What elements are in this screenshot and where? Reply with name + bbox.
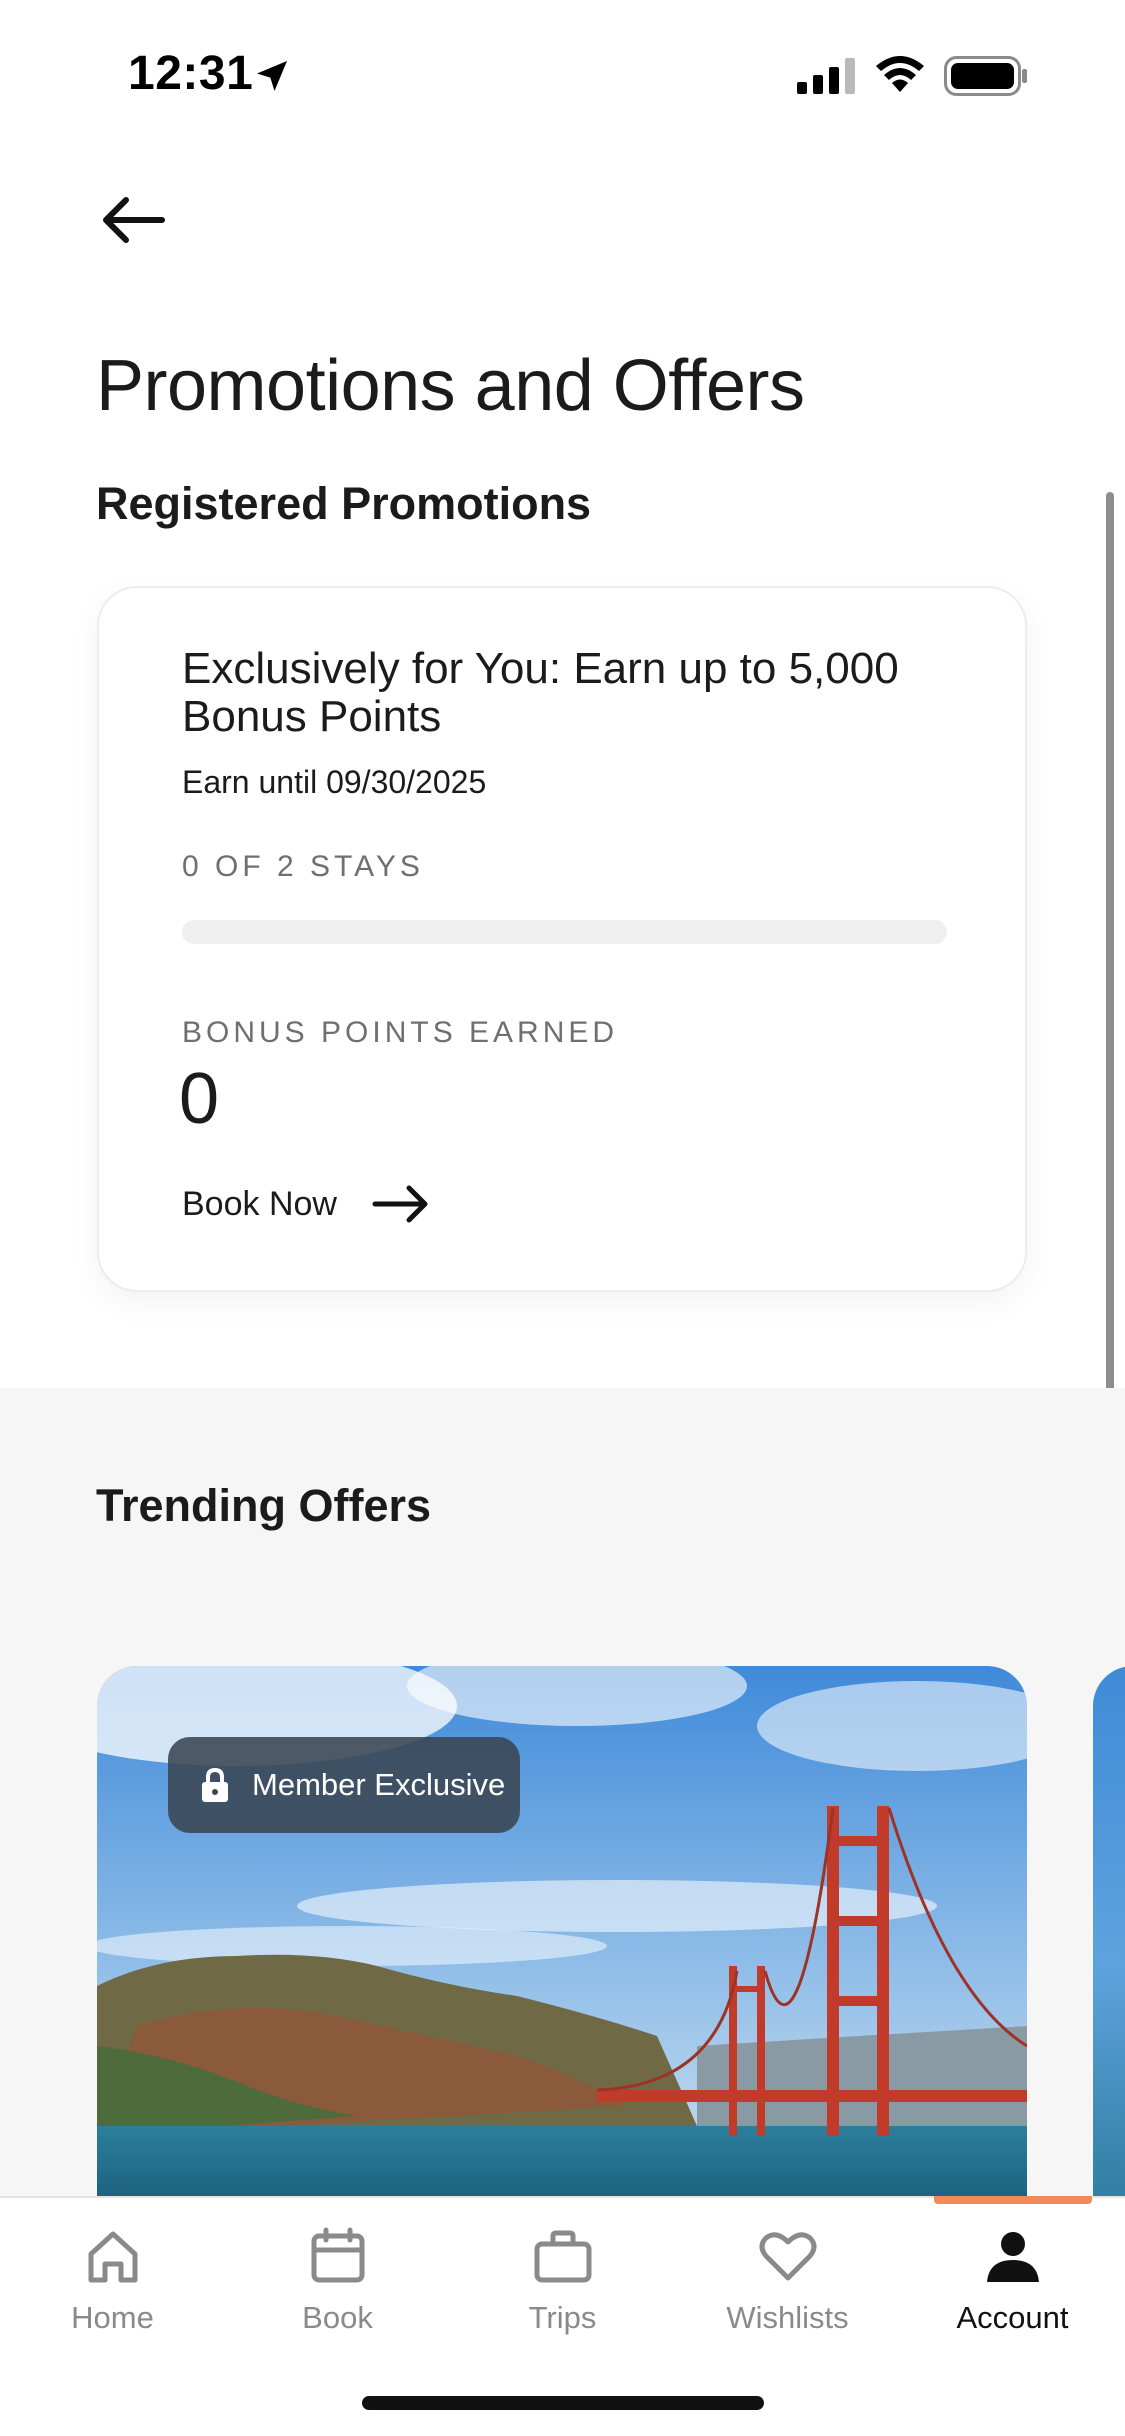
book-now-link[interactable]: Book Now [182,1174,431,1234]
tab-account-label: Account [956,2300,1069,2335]
tab-account[interactable]: Account [900,2218,1125,2368]
tab-home-label: Home [71,2300,154,2335]
next-offer-card-peek[interactable] [1093,1666,1125,2206]
tab-book[interactable]: Book [225,2218,450,2368]
bonus-points-value: 0 [179,1059,220,1139]
tab-trips-label: Trips [528,2300,597,2335]
tab-book-label: Book [302,2300,373,2335]
status-bar: 12:31 [0,0,1125,150]
location-arrow-icon [257,61,287,91]
promo-card: Exclusively for You: Earn up to 5,000 Bo… [97,586,1027,1292]
lock-icon [202,1767,228,1802]
scrollbar[interactable] [1106,492,1114,1512]
tab-home[interactable]: Home [0,2218,225,2368]
wifi-icon [876,56,924,92]
stays-progress-bar [182,920,947,944]
member-exclusive-badge: Member Exclusive [168,1737,520,1833]
tab-trips[interactable]: Trips [450,2218,675,2368]
offer-card[interactable]: Member Exclusive [97,1666,1027,2206]
stays-progress-label: 0 OF 2 STAYS [182,850,424,883]
home-indicator [362,2396,764,2410]
battery-icon [944,56,1027,96]
trending-offers-heading: Trending Offers [96,1480,432,1531]
tab-wishlists-label: Wishlists [726,2300,849,2335]
heart-icon [759,2232,816,2281]
cellular-signal-icon [797,58,855,94]
promo-title: Exclusively for You: Earn up to 5,000 Bo… [182,644,899,741]
suitcase-icon [534,2230,591,2283]
tab-wishlists[interactable]: Wishlists [675,2218,900,2368]
calendar-icon [311,2227,364,2283]
arrow-right-icon [372,1185,428,1223]
page-title: Promotions and Offers [96,346,805,426]
registered-promotions-heading: Registered Promotions [96,478,592,529]
person-icon [986,2232,1039,2282]
member-exclusive-label: Member Exclusive [252,1767,506,1802]
trending-offers-section: Trending Offers Member Exclusive [0,1388,1125,2206]
bonus-points-label: BONUS POINTS EARNED [182,1016,619,1049]
book-now-label: Book Now [182,1184,337,1223]
home-icon [88,2231,137,2283]
active-tab-indicator [934,2196,1092,2204]
status-time: 12:31 [128,47,254,100]
back-arrow-icon[interactable] [96,190,168,250]
promo-earn-until-date: Earn until 09/30/2025 [182,764,487,800]
